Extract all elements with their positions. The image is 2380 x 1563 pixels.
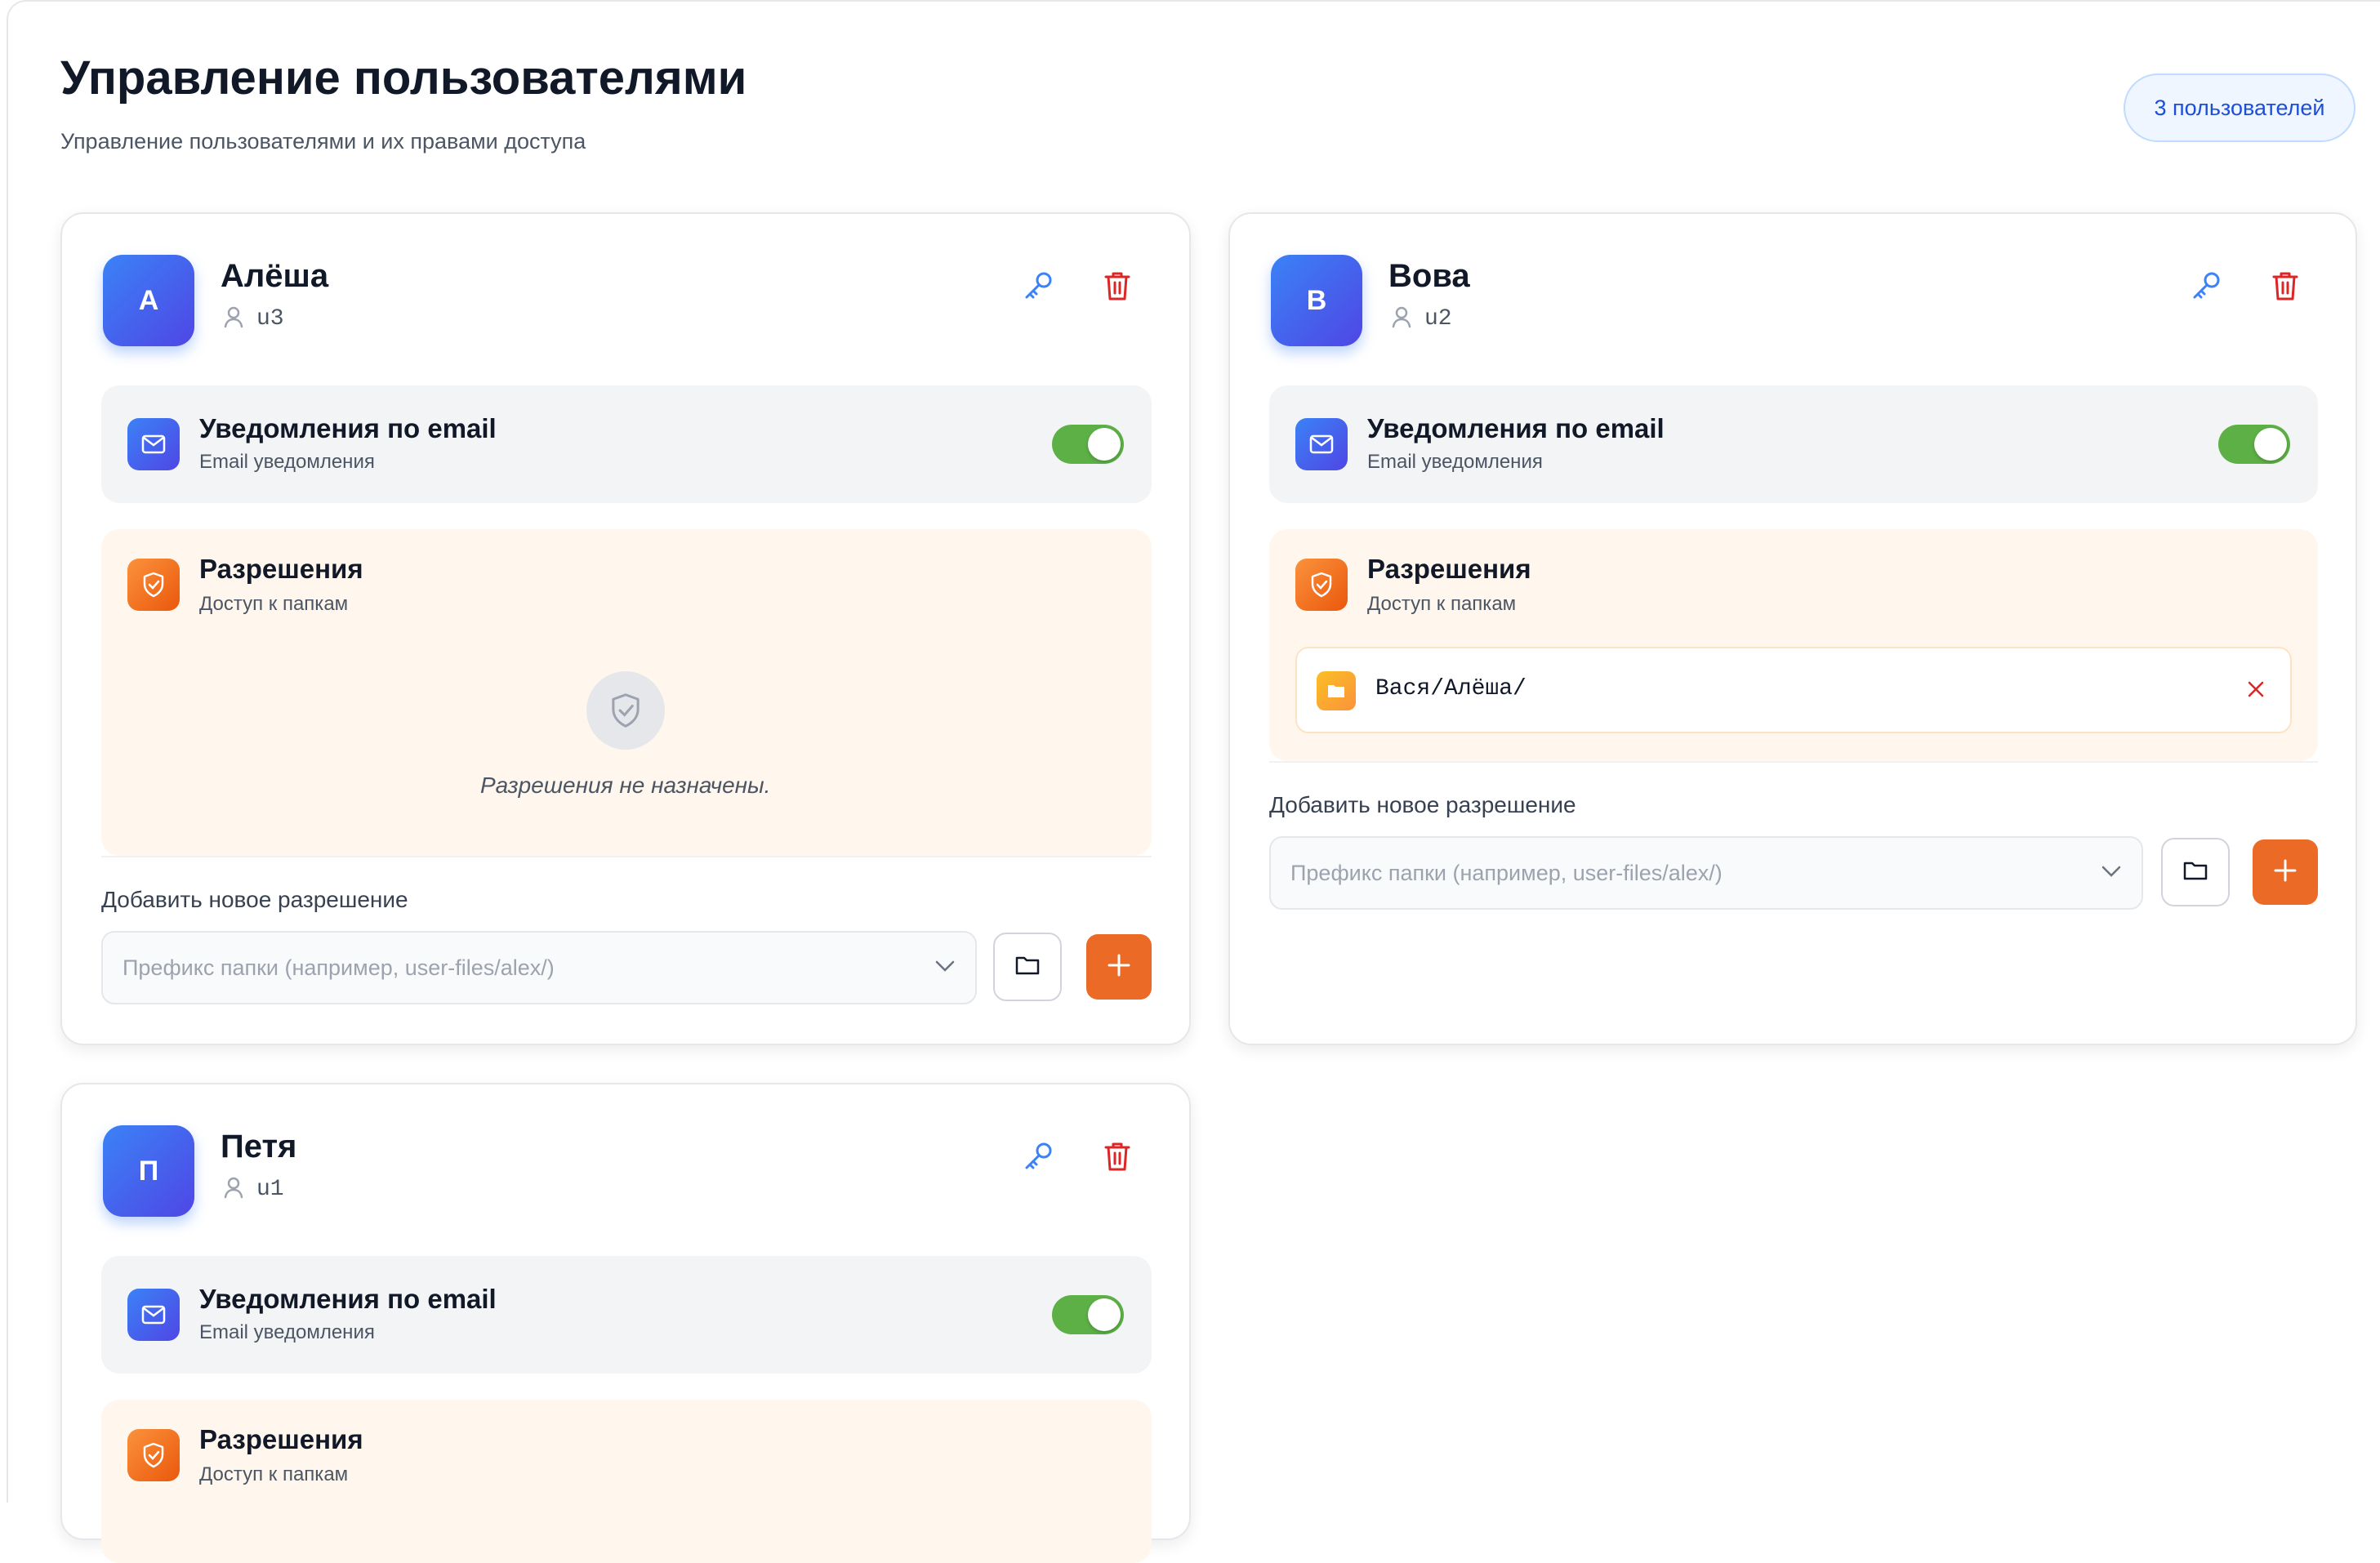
email-title: Уведомления по email [199,413,497,443]
divider [101,856,1152,857]
folder-icon [1014,954,1041,981]
user-card: В Вова u2 Уведомления по email Email уве… [1228,212,2357,1045]
avatar: А [103,255,194,346]
key-icon [1023,1140,1055,1177]
trash-icon [1103,269,1132,306]
user-icon [224,305,243,332]
page-title: Управление пользователями [60,51,747,105]
chevron-down-icon [2101,865,2122,882]
permission-path: Вася/Алёша/ [1375,676,1526,701]
shield-check-icon [127,559,180,611]
avatar: В [1271,255,1362,346]
email-subtitle: Email уведомления [199,1321,375,1343]
divider [1269,761,2318,763]
mail-icon [127,1289,180,1341]
add-permission-label: Добавить новое разрешение [1269,792,1576,817]
email-toggle[interactable] [1052,1295,1124,1334]
user-login-row: u2 [1392,305,1452,332]
empty-permissions-text: Разрешения не назначены. [480,773,771,798]
avatar: П [103,1125,194,1217]
permissions-panel: Разрешения Доступ к папкам [101,1400,1152,1563]
key-icon [1023,269,1055,306]
email-notifications-panel: Уведомления по email Email уведомления [101,1256,1152,1374]
trash-icon [1103,1140,1132,1177]
add-permission-button[interactable] [1086,934,1152,1000]
add-permission-label: Добавить новое разрешение [101,887,408,912]
permissions-subtitle: Доступ к папкам [1367,593,1517,615]
browse-folder-button[interactable] [2161,838,2230,906]
permissions-title: Разрешения [199,554,363,584]
permissions-subtitle: Доступ к папкам [199,1463,349,1485]
user-icon [224,1176,243,1203]
change-password-button[interactable] [1009,1129,1068,1187]
browse-folder-button[interactable] [993,933,1062,1001]
folder-icon [2182,859,2208,886]
folder-prefix-placeholder: Префикс папки (например, user-files/alex… [1290,860,1723,885]
email-title: Уведомления по email [1367,413,1665,443]
user-name: Вова [1388,258,1470,294]
email-subtitle: Email уведомления [1367,451,1543,473]
key-icon [2191,269,2223,306]
email-toggle[interactable] [1052,425,1124,464]
shield-check-icon [1295,559,1348,611]
user-login-row: u3 [224,305,284,332]
email-toggle[interactable] [2218,425,2290,464]
add-permission-button[interactable] [2253,839,2318,905]
permission-item: Вася/Алёша/ [1295,647,2292,733]
user-count-badge: 3 пользователей [2124,73,2355,142]
page-subtitle: Управление пользователями и их правами д… [60,129,586,154]
delete-user-button[interactable] [1088,1129,1147,1187]
close-icon [2247,680,2265,702]
delete-user-button[interactable] [1088,258,1147,317]
shield-check-icon [127,1429,180,1481]
plus-icon [2272,857,2298,888]
mail-icon [1295,418,1348,470]
email-notifications-panel: Уведомления по email Email уведомления [1269,385,2318,503]
remove-permission-button[interactable] [2236,671,2275,710]
trash-icon [2271,269,2300,306]
permissions-panel: Разрешения Доступ к папкам Разрешения не… [101,529,1152,856]
email-notifications-panel: Уведомления по email Email уведомления [101,385,1152,503]
user-icon [1392,305,1411,332]
permissions-title: Разрешения [199,1424,363,1454]
user-card: А Алёша u3 Уведомления по email Email ув… [60,212,1191,1045]
user-name: Алёша [221,258,329,294]
folder-icon [1317,671,1356,710]
user-card: П Петя u1 Уведомления по email Email уве… [60,1083,1191,1563]
folder-prefix-placeholder: Префикс папки (например, user-files/alex… [123,955,555,980]
change-password-button[interactable] [2177,258,2236,317]
plus-icon [1106,952,1132,982]
user-login: u1 [256,1177,284,1202]
email-title: Уведомления по email [199,1284,497,1314]
change-password-button[interactable] [1009,258,1068,317]
permissions-subtitle: Доступ к папкам [199,593,349,615]
empty-state-icon [586,671,665,750]
chevron-down-icon [934,960,956,977]
permissions-panel: Разрешения Доступ к папкам Вася/Алёша/ [1269,529,2318,761]
user-name: Петя [221,1129,297,1164]
mail-icon [127,418,180,470]
folder-prefix-select[interactable]: Префикс папки (например, user-files/alex… [101,931,977,1004]
delete-user-button[interactable] [2256,258,2315,317]
permissions-title: Разрешения [1367,554,1531,584]
user-login-row: u1 [224,1176,284,1203]
folder-prefix-select[interactable]: Префикс папки (например, user-files/alex… [1269,836,2143,910]
user-login: u2 [1424,306,1452,332]
email-subtitle: Email уведомления [199,451,375,473]
user-login: u3 [256,306,284,332]
